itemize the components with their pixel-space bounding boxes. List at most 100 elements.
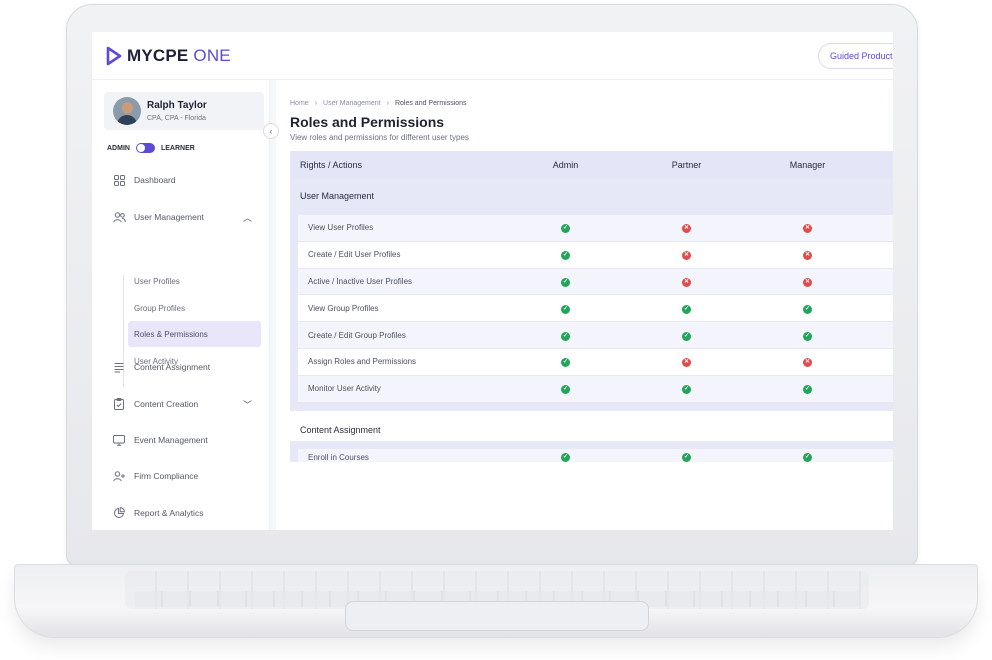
sidebar-collapse-button[interactable]: ‹ — [263, 123, 279, 139]
role-admin-label: ADMIN — [107, 144, 130, 152]
breadcrumb-user-management[interactable]: User Management — [323, 100, 381, 107]
permission-cell-partner: ✓ — [626, 383, 747, 395]
table-row: Monitor User Activity ✓ ✓ ✓ — [298, 375, 893, 403]
chart-pie-icon — [112, 506, 126, 520]
user-plus-icon — [112, 469, 126, 483]
permission-cell-admin: ✓ — [505, 303, 626, 314]
check-circle-icon: ✓ — [803, 304, 812, 314]
permission-action-label: Create / Edit User Profiles — [308, 250, 401, 260]
role-switch[interactable] — [135, 143, 155, 153]
check-circle-icon: ✓ — [561, 331, 570, 341]
list-icon — [112, 360, 126, 374]
clipboard-icon — [112, 397, 126, 411]
sidebar-item-label: Report & Analytics — [134, 508, 204, 518]
table-row: View Group Profiles ✓ ✓ ✓ — [298, 295, 893, 323]
check-circle-icon: ✓ — [561, 224, 570, 234]
sidebar-item-user-management[interactable]: User Management ︿ — [104, 206, 264, 228]
sidebar-item-label: User Management — [134, 212, 204, 222]
table-row: Create / Edit User Profiles ✓ ✕ ✕ — [298, 241, 893, 269]
check-circle-icon: ✓ — [682, 452, 691, 462]
permission-cell-manager: ✓ — [747, 451, 868, 462]
user-name: Ralph Taylor — [147, 100, 207, 111]
permissions-table: Rights / Actions Admin Partner Manager U… — [290, 151, 893, 462]
permission-cell-admin: ✓ — [505, 451, 626, 462]
check-circle-icon: ✓ — [803, 385, 812, 395]
check-circle-icon: ✓ — [682, 304, 691, 314]
sidebar-subitem-group-profiles[interactable]: Group Profiles — [128, 295, 261, 321]
page-title: Roles and Permissions — [290, 114, 445, 130]
permission-cell-admin: ✓ — [505, 330, 626, 341]
sidebar-item-event-management[interactable]: Event Management — [104, 429, 264, 451]
permission-cell-admin: ✓ — [505, 222, 626, 234]
chevron-right-icon: › — [386, 100, 389, 107]
breadcrumb-home[interactable]: Home — [290, 100, 309, 107]
breadcrumb: Home › User Management › Roles and Permi… — [290, 100, 467, 107]
sidebar-item-label: Event Management — [134, 435, 208, 445]
column-header-admin: Admin — [552, 160, 579, 170]
permission-cell-manager: ✓ — [747, 303, 868, 314]
check-circle-icon: ✓ — [682, 385, 691, 395]
user-credentials: CPA, CPA - Florida — [147, 115, 206, 122]
role-toggle[interactable]: ADMIN LEARNER — [107, 143, 195, 153]
table-row: Enroll in Courses ✓ ✓ ✓ — [298, 448, 893, 462]
monitor-icon — [112, 433, 126, 447]
permission-action-label: Monitor User Activity — [308, 384, 381, 394]
x-circle-icon: ✕ — [803, 358, 812, 368]
user-profile-card[interactable]: Ralph Taylor CPA, CPA - Florida — [104, 92, 264, 130]
section-header-user-management: User Management — [290, 179, 893, 215]
chevron-up-icon[interactable]: ︿ — [243, 211, 252, 224]
section-rows-user-management: View User Profiles ✓ ✕ ✕ Create / Edit User … — [290, 215, 893, 411]
guided-product-button[interactable]: Guided Product — [818, 43, 893, 69]
top-bar: MYCPE ONE Guided Product — [92, 32, 893, 80]
sidebar-item-firm-compliance[interactable]: Firm Compliance — [104, 465, 264, 487]
sidebar-item-content-creation[interactable]: Content Creation ﹀ — [104, 393, 264, 415]
brand-logo[interactable]: MYCPE ONE — [106, 46, 231, 66]
permission-action-label: Create / Edit Group Profiles — [308, 330, 406, 340]
breadcrumb-current: Roles and Permissions — [394, 100, 467, 107]
permission-action-label: Assign Roles and Permissions — [308, 357, 417, 367]
sidebar-subitem-roles-permissions[interactable]: Roles & Permissions — [128, 321, 261, 347]
sidebar: Ralph Taylor CPA, CPA - Florida ADMIN LE… — [92, 80, 270, 530]
permission-cell-partner: ✓ — [626, 303, 747, 314]
role-learner-label: LEARNER — [160, 144, 195, 152]
sidebar-item-label: Content Assignment — [134, 362, 211, 372]
sidebar-item-label: Content Creation — [134, 399, 199, 409]
play-logo-icon — [106, 46, 122, 66]
check-circle-icon: ✓ — [561, 358, 570, 368]
sidebar-subitem-user-profiles[interactable]: User Profiles — [128, 268, 261, 294]
x-circle-icon: ✕ — [803, 224, 812, 234]
x-circle-icon: ✕ — [803, 277, 812, 287]
column-header-manager: Manager — [789, 160, 826, 170]
x-circle-icon: ✕ — [803, 251, 812, 261]
x-circle-icon: ✕ — [682, 224, 691, 234]
sidebar-item-dashboard[interactable]: Dashboard — [104, 169, 264, 191]
check-circle-icon: ✓ — [561, 385, 570, 395]
sidebar-item-report-analytics[interactable]: Report & Analytics — [104, 502, 264, 524]
permission-action-label: View User Profiles — [308, 223, 374, 233]
permission-cell-partner: ✓ — [626, 330, 747, 341]
permission-cell-partner: ✕ — [626, 276, 747, 287]
check-circle-icon: ✓ — [803, 452, 812, 462]
permission-cell-admin: ✓ — [505, 383, 626, 395]
section-header-content-assignment: Content Assignment — [290, 410, 893, 441]
sidebar-item-label: Dashboard — [134, 175, 176, 185]
section-rows-content-assignment: Enroll in Courses ✓ ✓ ✓ — [290, 440, 893, 462]
brand-name: MYCPE ONE — [127, 46, 231, 65]
permission-action-label: View Group Profiles — [308, 303, 379, 313]
check-circle-icon: ✓ — [803, 331, 812, 341]
trackpad — [345, 601, 649, 631]
permission-cell-partner: ✕ — [626, 249, 747, 261]
permission-cell-manager: ✓ — [747, 330, 868, 341]
chevron-down-icon[interactable]: ﹀ — [243, 398, 252, 411]
permission-cell-partner: ✕ — [626, 356, 747, 368]
permission-cell-admin: ✓ — [505, 249, 626, 261]
x-circle-icon: ✕ — [682, 277, 691, 287]
check-circle-icon: ✓ — [682, 331, 691, 341]
permission-action-label: Active / Inactive User Profiles — [308, 276, 413, 286]
permission-cell-manager: ✕ — [747, 222, 868, 234]
laptop-screen: MYCPE ONE Guided Product Ralph Taylor CP… — [92, 32, 893, 530]
x-circle-icon: ✕ — [682, 251, 691, 261]
sidebar-item-content-assignment[interactable]: Content Assignment — [104, 356, 264, 378]
permission-cell-partner: ✓ — [626, 451, 747, 462]
avatar — [113, 97, 141, 125]
